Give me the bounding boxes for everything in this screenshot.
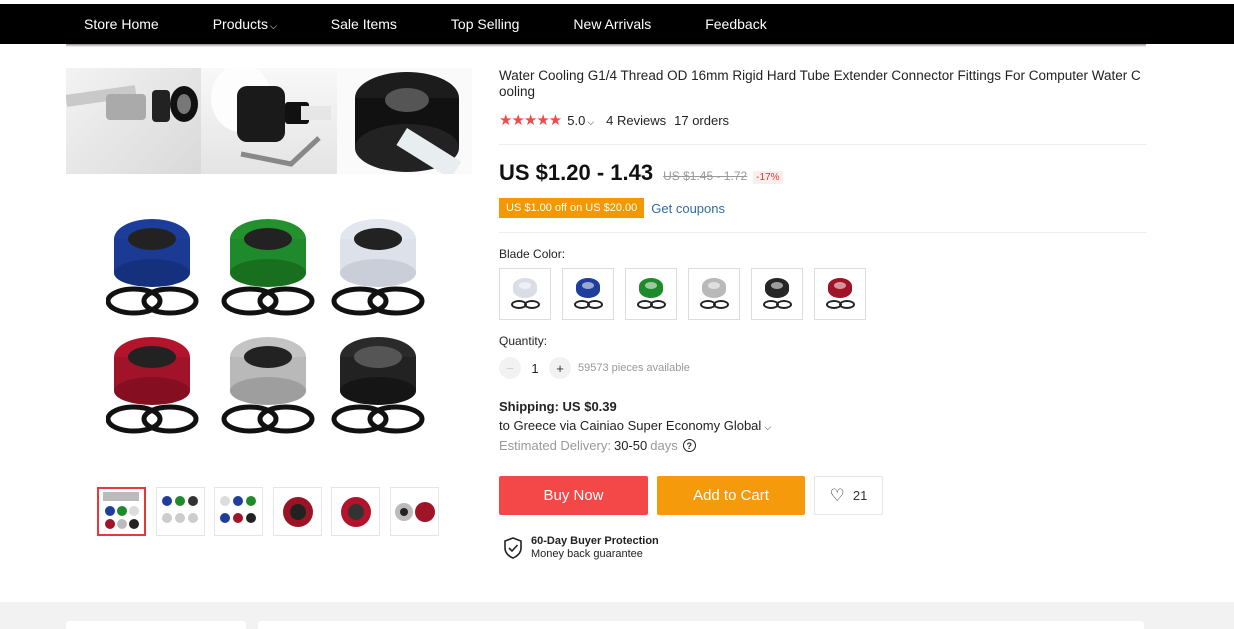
product-banner-image <box>66 68 472 176</box>
discount-badge: -17% <box>753 171 783 184</box>
protection-subtitle: Money back guarantee <box>531 548 643 560</box>
o-ring-image <box>587 300 603 309</box>
thumbnail-3[interactable] <box>214 487 263 536</box>
quantity-label: Quantity: <box>499 334 548 348</box>
color-swatch-silver-white[interactable] <box>499 268 551 320</box>
product-info: Water Cooling G1/4 Thread OD 16mm Rigid … <box>499 68 1147 561</box>
divider <box>499 144 1147 145</box>
o-ring-image <box>650 300 666 309</box>
price-current: US $1.20 - 1.43 <box>499 160 654 185</box>
nav-products-label: Products <box>212 16 268 32</box>
quantity-decrease-button[interactable]: − <box>499 357 521 379</box>
fitting-image <box>828 278 852 298</box>
orders-count: 17 orders <box>674 112 730 128</box>
banner-photo-hand <box>201 68 337 174</box>
nav-shadow <box>66 44 1146 47</box>
banner-photo-tube <box>66 68 202 174</box>
nav-products[interactable]: Products ⌵ <box>213 16 277 32</box>
nav-sale-items[interactable]: Sale Items <box>331 16 397 32</box>
store-nav-bar: Store Home Products ⌵ Sale Items Top Sell… <box>0 4 1234 47</box>
rating-number: 5.0 <box>567 112 586 128</box>
lower-main-card <box>258 621 1144 629</box>
help-icon[interactable]: ? <box>682 439 696 452</box>
rating-row: ★★★★★ 5.0 ⌵ 4 Reviews 17 orders <box>499 111 1147 129</box>
chevron-down-icon: ⌵ <box>269 21 277 31</box>
pieces-available: 59573 pieces available <box>578 362 690 374</box>
estimated-delivery: Estimated Delivery: 30-50 days ? <box>499 438 1147 453</box>
chevron-down-icon: ⌵ <box>587 116 595 127</box>
o-ring-image <box>776 300 792 309</box>
banner-photo-fitting <box>336 68 472 174</box>
shipping-price: Shipping: US $0.39 <box>499 399 617 414</box>
action-buttons: Buy Now Add to Cart ♡ 21 <box>499 476 1147 515</box>
shipping-method-text: to Greece via Cainiao Super Economy Glob… <box>499 418 762 433</box>
estimated-delivery-unit: days <box>650 438 678 453</box>
shipping-method-selector[interactable]: to Greece via Cainiao Super Economy Glob… <box>499 418 1147 433</box>
fitting-image <box>513 278 537 298</box>
price-original: US $1.45 - 1.72 <box>663 169 748 183</box>
color-swatches <box>499 268 1147 320</box>
chevron-down-icon: ⌵ <box>764 422 772 432</box>
fitting-image <box>765 278 789 298</box>
product-fittings-photo <box>106 219 425 434</box>
thumbnail-strip <box>97 487 448 536</box>
estimated-delivery-value: 30-50 <box>613 438 648 453</box>
o-ring-image <box>713 300 729 309</box>
price-row: US $1.20 - 1.43 US $1.45 - 1.72 -17% <box>499 160 1147 186</box>
thumbnail-4[interactable] <box>272 487 322 536</box>
fitting-image <box>576 278 600 298</box>
buyer-protection: 60-Day Buyer Protection Money back guara… <box>503 535 1147 561</box>
heart-icon: ♡ <box>829 485 845 505</box>
buy-now-button[interactable]: Buy Now <box>499 476 648 515</box>
color-swatch-green[interactable] <box>625 268 677 320</box>
fitting-image <box>702 278 726 298</box>
get-coupons-link[interactable]: Get coupons <box>651 201 725 216</box>
estimated-delivery-label: Estimated Delivery: <box>499 438 611 453</box>
thumbnail-6[interactable] <box>389 487 439 536</box>
o-ring-image <box>524 300 540 309</box>
o-ring-image <box>839 300 855 309</box>
shield-check-icon <box>504 537 522 559</box>
add-to-cart-button[interactable]: Add to Cart <box>657 476 805 515</box>
product-main-image[interactable] <box>66 68 472 472</box>
nav-store-home[interactable]: Store Home <box>84 16 159 32</box>
nav-new-arrivals[interactable]: New Arrivals <box>573 16 651 32</box>
quantity-stepper: − 1 + 59573 pieces available <box>499 357 1147 379</box>
nav-feedback[interactable]: Feedback <box>705 16 766 32</box>
rating-value[interactable]: 5.0 ⌵ <box>567 113 594 128</box>
thumbnail-2[interactable] <box>155 487 205 536</box>
reviews-link[interactable]: 4 Reviews <box>606 113 666 128</box>
color-swatch-red[interactable] <box>814 268 866 320</box>
color-label: Blade Color: <box>499 247 566 261</box>
color-swatch-black[interactable] <box>751 268 803 320</box>
thumbnail-5[interactable] <box>331 487 380 536</box>
divider <box>499 232 1147 233</box>
wishlist-button[interactable]: ♡ 21 <box>814 476 883 515</box>
coupon-row: US $1.00 off on US $20.00 Get coupons <box>499 198 1147 218</box>
thumbnail-1[interactable] <box>97 487 146 536</box>
lower-sidebar-card <box>66 621 246 629</box>
color-swatch-blue[interactable] <box>562 268 614 320</box>
star-rating-icon: ★★★★★ <box>499 112 562 129</box>
fitting-image <box>639 278 663 298</box>
protection-title: 60-Day Buyer Protection <box>531 535 659 547</box>
wishlist-count: 21 <box>852 488 868 503</box>
product-title: Water Cooling G1/4 Thread OD 16mm Rigid … <box>499 68 1141 99</box>
coupon-badge: US $1.00 off on US $20.00 <box>499 198 645 218</box>
color-swatch-silver[interactable] <box>688 268 740 320</box>
quantity-increase-button[interactable]: + <box>549 357 571 379</box>
quantity-input[interactable]: 1 <box>521 361 549 376</box>
nav-top-selling[interactable]: Top Selling <box>451 16 520 32</box>
